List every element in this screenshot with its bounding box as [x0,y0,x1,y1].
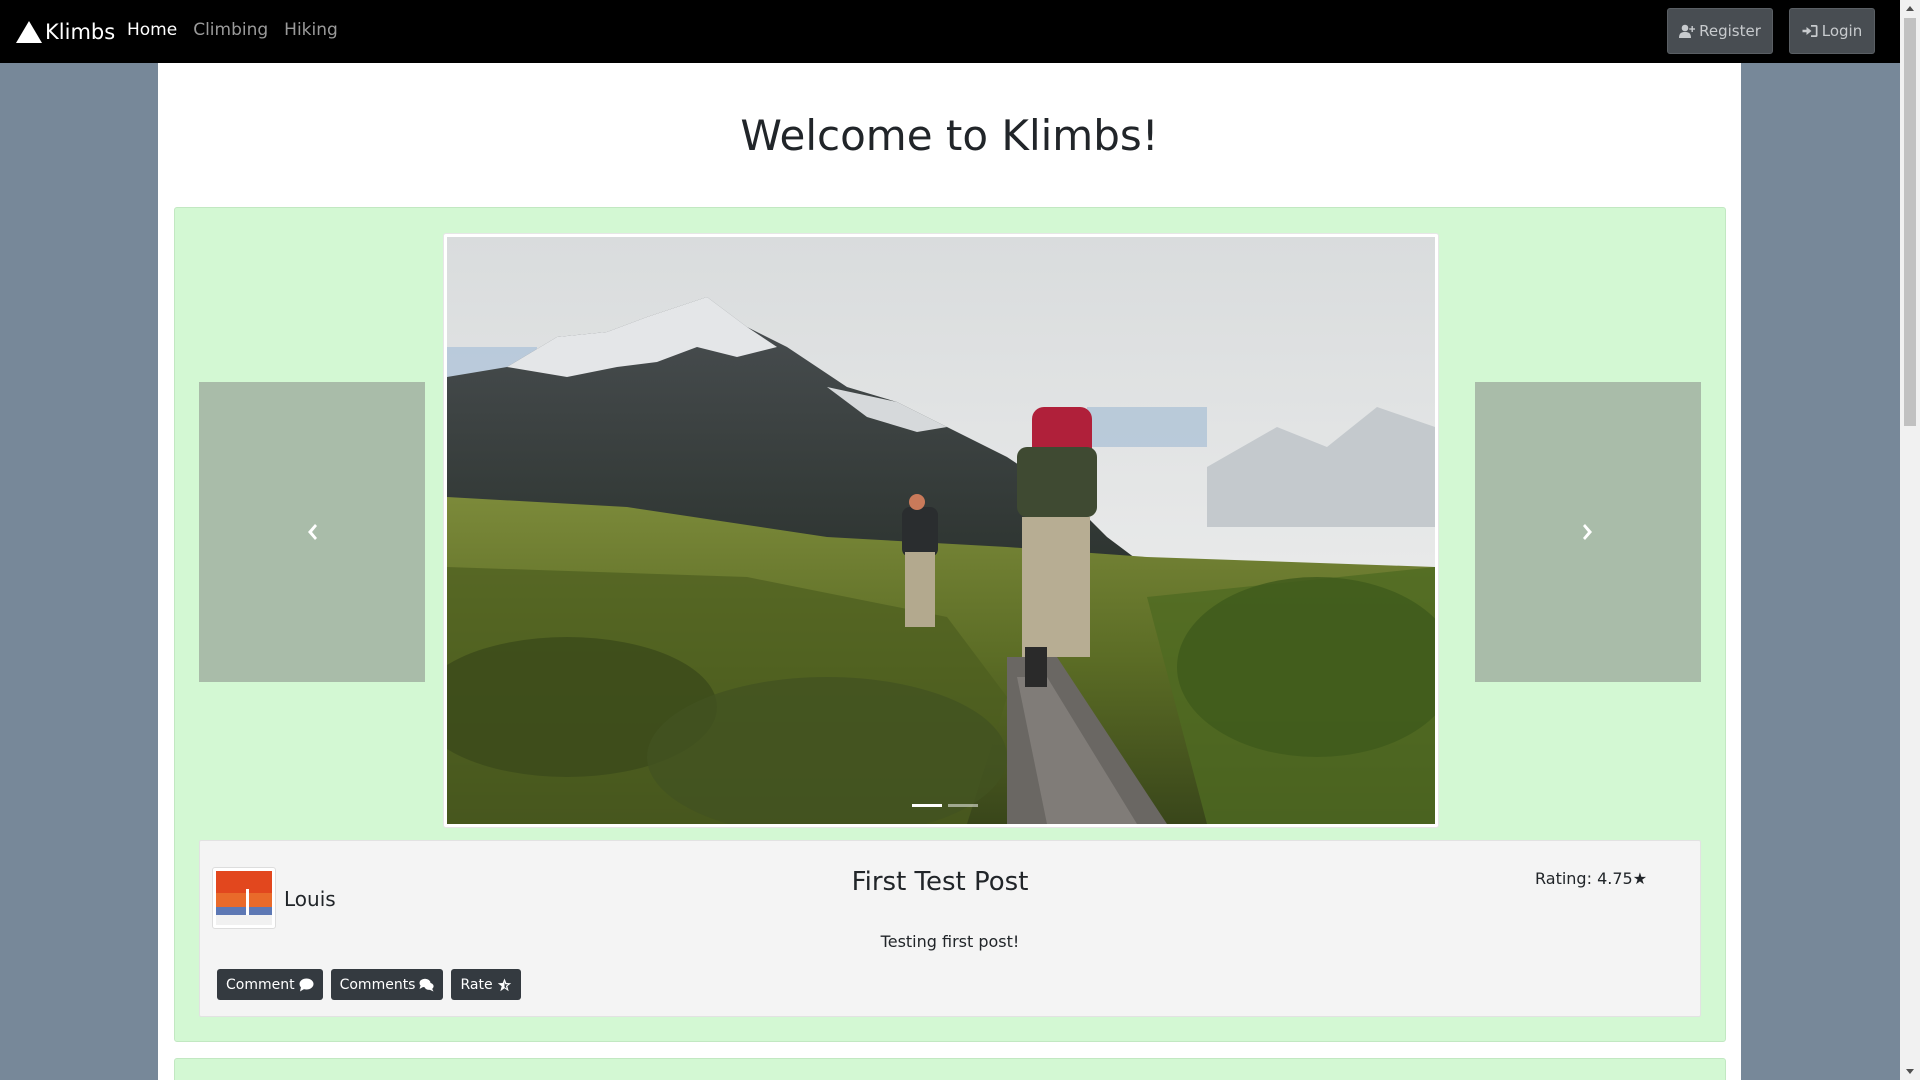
carousel-prev-button[interactable] [199,382,425,682]
brand-link[interactable]: Klimbs [15,18,115,46]
carousel-image [447,237,1435,824]
scrollbar-thumb[interactable] [1904,18,1916,426]
page-title: Welcome to Klimbs! [740,111,1159,160]
comments-button[interactable]: Comments [330,969,444,1000]
rate-label: Rate [460,976,493,993]
nav-link-home[interactable]: Home [127,20,177,40]
post-actions: Comment Comments Rate [217,969,521,1000]
rate-button[interactable]: Rate [451,969,521,1000]
post-card-next [174,1058,1726,1080]
login-label: Login [1821,22,1863,40]
hikers-mountain-photo [447,237,1435,824]
chevron-left-icon [308,524,317,540]
nav-link-hiking[interactable]: Hiking [284,20,338,40]
comments-label: Comments [339,976,416,993]
carousel-next-button[interactable] [1475,382,1701,682]
post-title: First Test Post [851,867,1029,897]
scroll-up-arrow-icon[interactable] [1900,0,1920,17]
register-button[interactable]: Register [1667,8,1773,54]
carousel [443,233,1439,828]
user-plus-icon [1679,24,1696,38]
nav-link-climbing[interactable]: Climbing [193,20,268,40]
comment-button[interactable]: Comment [217,969,323,1000]
carousel-indicators [912,804,978,807]
star-icon [497,978,511,991]
nav-links: Home Climbing Hiking [127,20,338,40]
mountain-logo-icon [16,21,42,43]
sign-in-icon [1802,25,1818,37]
post-text: Testing first post! [880,932,1020,951]
scroll-down-arrow-icon[interactable] [1900,1063,1920,1080]
login-button[interactable]: Login [1789,8,1875,54]
post-rating: Rating: 4.75★ [1535,869,1648,888]
page-scrollbar[interactable] [1900,0,1920,1080]
chevron-right-icon [1583,524,1592,540]
carousel-indicator-2[interactable] [948,804,978,807]
register-label: Register [1699,22,1761,40]
post-card: Louis First Test Post Rating: 4.75★ Test… [174,207,1726,1042]
comments-icon [419,978,435,991]
comment-label: Comment [226,976,295,993]
navbar: Klimbs Home Climbing Hiking Register Log… [0,0,1900,63]
comment-icon [299,978,314,991]
brand-label: Klimbs [45,20,116,44]
carousel-indicator-1[interactable] [912,804,942,807]
main-container: Welcome to Klimbs! Louis First Test Post… [158,63,1741,1080]
post-body: Louis First Test Post Rating: 4.75★ Test… [199,840,1701,1017]
